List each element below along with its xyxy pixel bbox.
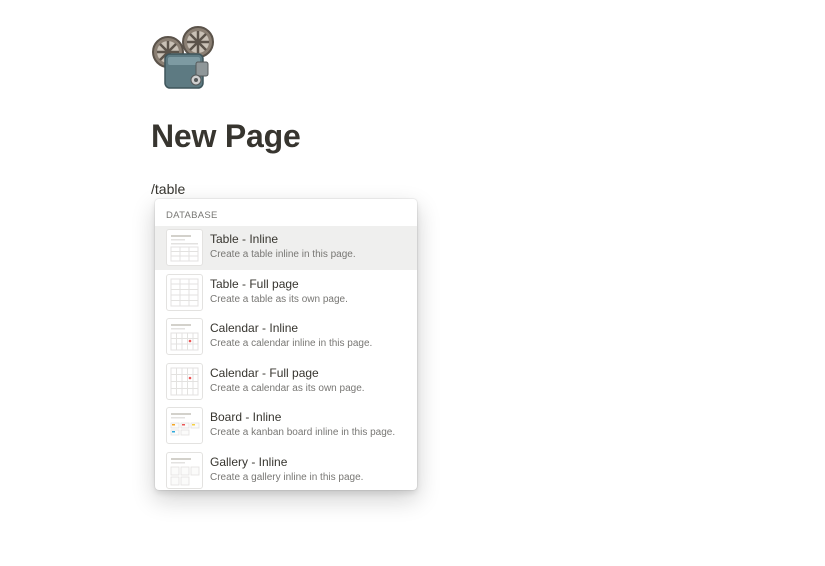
menu-item-calendar-inline[interactable]: Calendar - Inline Create a calendar inli… bbox=[155, 315, 417, 359]
menu-item-calendar-full-page[interactable]: Calendar - Full page Create a calendar a… bbox=[155, 360, 417, 404]
gallery-inline-thumbnail-icon bbox=[166, 452, 203, 489]
menu-item-title: Table - Inline bbox=[210, 232, 279, 246]
menu-item-table-full-page[interactable]: Table - Full page Create a table as its … bbox=[155, 271, 417, 315]
board-inline-thumbnail-icon bbox=[166, 407, 203, 444]
menu-item-description: Create a calendar as its own page. bbox=[210, 383, 365, 394]
menu-item-title: Gallery - Inline bbox=[210, 455, 288, 469]
menu-item-title: Calendar - Inline bbox=[210, 321, 299, 335]
menu-item-title: Calendar - Full page bbox=[210, 366, 319, 380]
editor-text-line[interactable]: /table bbox=[151, 181, 185, 197]
menu-item-board-inline[interactable]: Board - Inline Create a kanban board inl… bbox=[155, 404, 417, 448]
table-full-page-thumbnail-icon bbox=[166, 274, 203, 311]
menu-item-description: Create a gallery inline in this page. bbox=[210, 472, 364, 483]
menu-item-gallery-inline[interactable]: Gallery - Inline Create a gallery inline… bbox=[155, 449, 417, 490]
film-projector-icon[interactable] bbox=[150, 24, 218, 92]
page-title[interactable]: New Page bbox=[151, 118, 301, 155]
calendar-inline-thumbnail-icon bbox=[166, 318, 203, 355]
menu-item-title: Board - Inline bbox=[210, 410, 282, 424]
menu-item-table-inline[interactable]: Table - Inline Create a table inline in … bbox=[155, 226, 417, 270]
calendar-full-page-thumbnail-icon bbox=[166, 363, 203, 400]
table-inline-thumbnail-icon bbox=[166, 229, 203, 266]
menu-item-description: Create a kanban board inline in this pag… bbox=[210, 427, 396, 438]
section-label: DATABASE bbox=[166, 210, 218, 221]
slash-command-menu: DATABASE Table - Inline Create a table i… bbox=[155, 199, 417, 490]
menu-item-description: Create a calendar inline in this page. bbox=[210, 338, 373, 349]
menu-item-description: Create a table inline in this page. bbox=[210, 249, 356, 260]
menu-item-description: Create a table as its own page. bbox=[210, 294, 348, 305]
menu-item-title: Table - Full page bbox=[210, 277, 299, 291]
